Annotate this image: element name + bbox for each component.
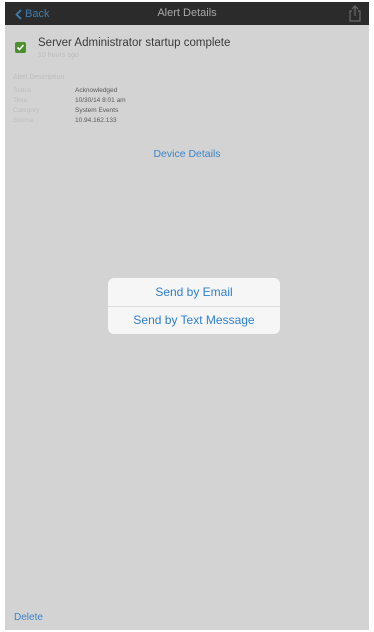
share-icon [349, 5, 361, 22]
send-by-email-button[interactable]: Send by Email [108, 278, 280, 306]
alert-timestamp: 10 hours ago [38, 52, 79, 59]
alert-header: Server Administrator startup complete 10… [15, 36, 230, 61]
action-sheet: Send by Email Send by Text Message [108, 278, 280, 334]
property-row: Status Acknowledged [13, 86, 313, 96]
navigation-bar: Back Alert Details [5, 2, 369, 25]
property-value: 10/30/14 8:01 am [75, 97, 126, 104]
share-button[interactable] [347, 5, 363, 23]
app-screen: Back Alert Details Server Administrator … [5, 2, 369, 630]
send-by-text-message-button[interactable]: Send by Text Message [108, 306, 280, 334]
property-row: Time 10/30/14 8:01 am [13, 96, 313, 106]
checkmark-icon [15, 42, 26, 53]
alert-title: Server Administrator startup complete [38, 37, 231, 49]
property-row: Source 10.94.162.133 [13, 116, 313, 126]
property-key: Time [13, 97, 28, 104]
section-label: Alert Description [13, 74, 65, 81]
property-key: Category [13, 107, 40, 114]
alert-properties: Status Acknowledged Time 10/30/14 8:01 a… [13, 86, 313, 126]
property-value: Acknowledged [75, 87, 118, 94]
device-details-link[interactable]: Device Details [5, 148, 369, 160]
property-value: System Events [75, 107, 119, 114]
property-key: Status [13, 87, 32, 94]
property-row: Category System Events [13, 106, 313, 116]
delete-button[interactable]: Delete [14, 612, 43, 623]
page-title: Alert Details [157, 7, 217, 19]
property-value: 10.94.162.133 [75, 117, 117, 124]
property-key: Source [13, 117, 34, 124]
